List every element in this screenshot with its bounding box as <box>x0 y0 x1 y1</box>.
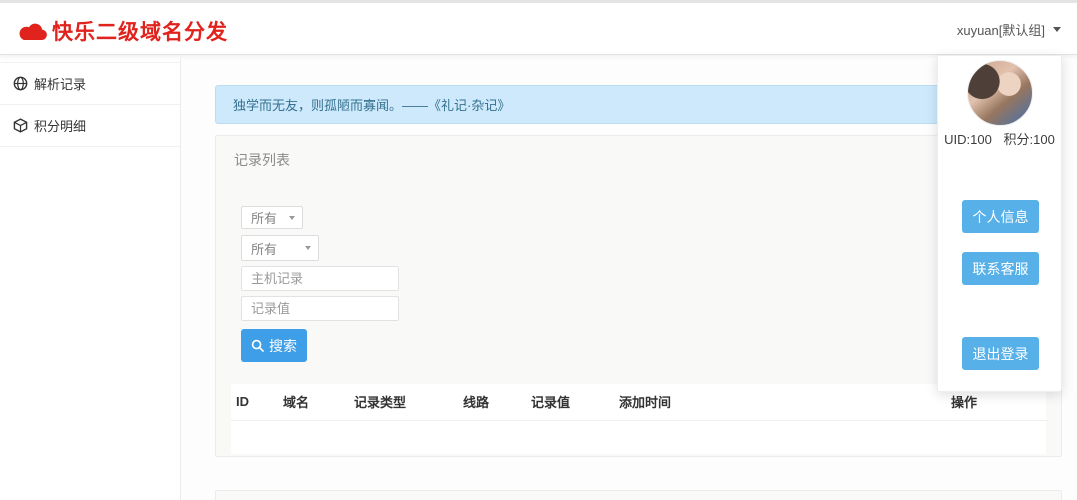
quote-text: 独学而无友，则孤陋而寡闻。——《礼记·杂记》 <box>233 95 510 114</box>
sidebar-item-dns-records[interactable]: 解析记录 <box>0 63 180 105</box>
search-button-label: 搜索 <box>269 336 297 356</box>
user-avatar <box>967 60 1033 126</box>
card-title: 记录列表 <box>216 136 1061 170</box>
chevron-down-icon <box>289 216 295 220</box>
search-icon <box>251 339 264 352</box>
table-empty-row <box>231 420 1048 453</box>
brand-title: 快乐二级域名分发 <box>52 16 228 46</box>
line-select[interactable]: 所有 <box>241 206 303 229</box>
cloud-icon <box>18 20 48 42</box>
brand-logo[interactable]: 快乐二级域名分发 <box>18 16 228 46</box>
record-list-card: 记录列表 所有 所有 搜索 <box>215 135 1062 457</box>
records-table-container: ID 域名 记录类型 线路 记录值 添加时间 操作 <box>231 384 1046 454</box>
contact-support-button[interactable]: 联系客服 <box>962 252 1039 285</box>
host-record-input[interactable] <box>241 266 399 291</box>
col-add-time: 添加时间 <box>614 384 946 420</box>
globe-icon <box>13 76 28 91</box>
logout-button[interactable]: 退出登录 <box>962 337 1039 370</box>
table-header-row: ID 域名 记录类型 线路 记录值 添加时间 操作 <box>231 384 1048 420</box>
sidebar-item-points-detail[interactable]: 积分明细 <box>0 105 180 147</box>
next-section-card <box>215 490 1062 500</box>
col-line: 线路 <box>458 384 526 420</box>
user-menu-toggle[interactable]: xuyuan[默认组] <box>957 3 1061 55</box>
sidebar-nav: 解析记录 积分明细 <box>0 62 180 147</box>
sidebar-item-label: 解析记录 <box>34 74 86 93</box>
profile-button[interactable]: 个人信息 <box>962 200 1039 233</box>
record-value-input[interactable] <box>241 296 399 321</box>
chevron-down-icon <box>305 246 311 250</box>
user-dropdown-panel: UID:100 积分:100 个人信息 联系客服 退出登录 <box>937 55 1062 392</box>
col-record-type: 记录类型 <box>349 384 458 420</box>
record-type-select[interactable]: 所有 <box>241 235 319 261</box>
line-select-value: 所有 <box>251 208 277 227</box>
cube-icon <box>13 118 28 133</box>
sidebar-item-label: 积分明细 <box>34 116 86 135</box>
col-record-value: 记录值 <box>526 384 614 420</box>
records-table: ID 域名 记录类型 线路 记录值 添加时间 操作 <box>231 384 1048 453</box>
col-id: ID <box>231 384 278 420</box>
quote-alert: 独学而无友，则孤陋而寡闻。——《礼记·杂记》 <box>215 85 1062 124</box>
record-type-select-value: 所有 <box>251 239 277 258</box>
col-domain: 域名 <box>278 384 349 420</box>
uid-value: UID:100 <box>944 132 992 147</box>
sidebar: 解析记录 积分明细 <box>0 58 181 500</box>
search-button[interactable]: 搜索 <box>241 329 307 362</box>
top-header: 快乐二级域名分发 xuyuan[默认组] <box>0 0 1077 55</box>
user-menu-label: xuyuan[默认组] <box>957 20 1045 39</box>
points-value: 积分:100 <box>1004 132 1055 147</box>
user-stats: UID:100 积分:100 <box>938 129 1061 148</box>
chevron-down-icon <box>1053 27 1061 32</box>
app-window: 快乐二级域名分发 xuyuan[默认组] 解析记录 积分明 <box>0 0 1077 500</box>
